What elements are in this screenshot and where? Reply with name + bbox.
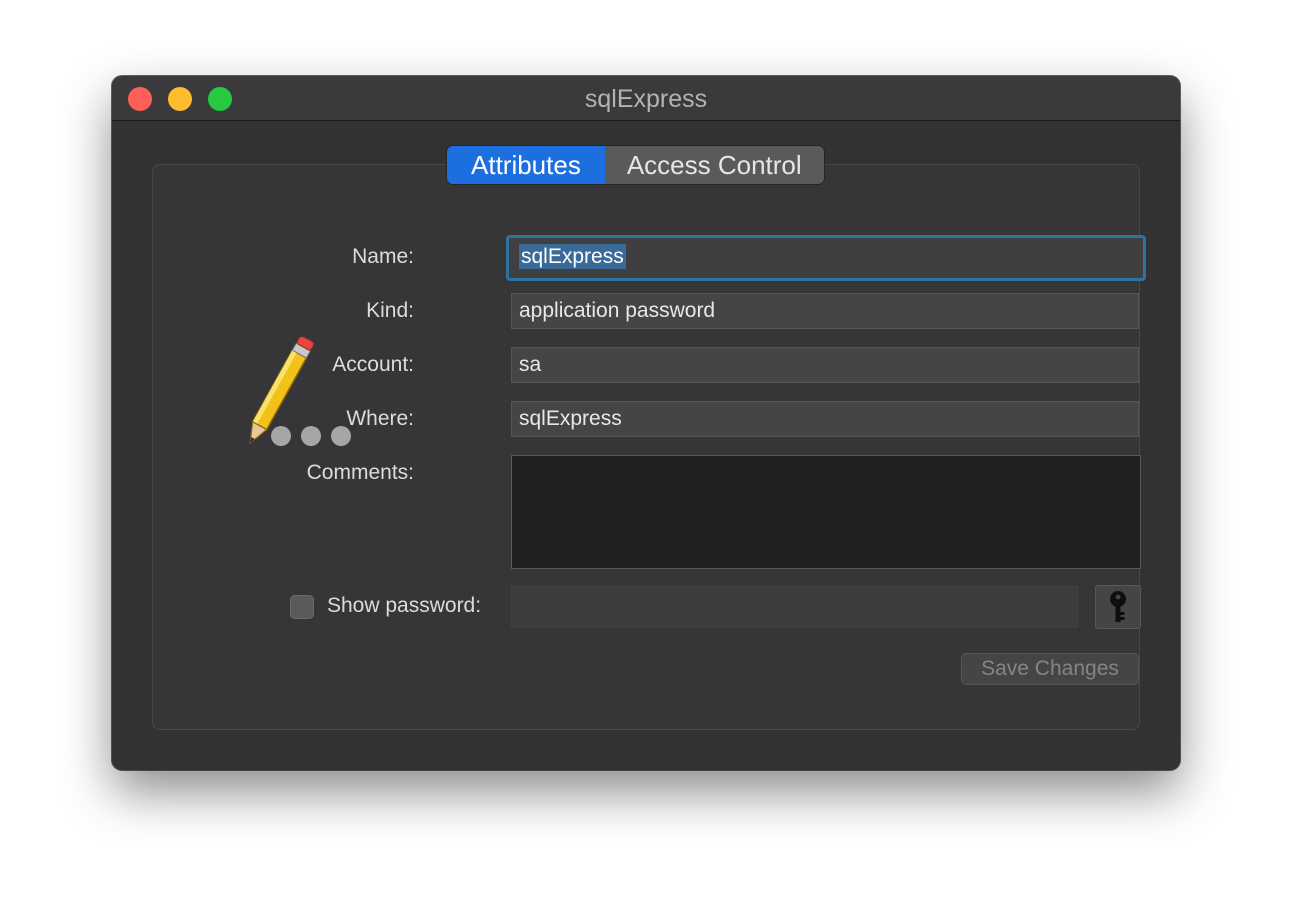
where-label: Where: <box>346 407 414 430</box>
account-field[interactable]: sa <box>511 347 1139 383</box>
title-bar[interactable]: sqlExpress <box>112 76 1180 121</box>
show-password-checkbox[interactable] <box>290 595 314 619</box>
name-field[interactable]: sqlExpress <box>506 235 1146 281</box>
comments-field[interactable] <box>511 455 1141 569</box>
kind-field[interactable]: application password <box>511 293 1139 329</box>
tab-bar: Attributes Access Control <box>447 146 824 184</box>
comments-label: Comments: <box>306 461 414 484</box>
tab-access-control[interactable]: Access Control <box>604 146 824 184</box>
attributes-panel: Name: sqlExpress Kind: application passw… <box>152 164 1146 730</box>
where-field[interactable]: sqlExpress <box>511 401 1139 437</box>
save-changes-button[interactable]: Save Changes <box>961 653 1139 685</box>
name-field-value: sqlExpress <box>519 244 626 269</box>
key-icon <box>1110 591 1126 622</box>
name-label: Name: <box>352 245 414 268</box>
key-button[interactable] <box>1095 585 1141 629</box>
show-password-label: Show password: <box>327 594 482 617</box>
tab-attributes[interactable]: Attributes <box>447 146 605 184</box>
kind-label: Kind: <box>366 299 414 322</box>
password-field[interactable] <box>511 586 1078 628</box>
window-title: sqlExpress <box>584 85 708 113</box>
account-label: Account: <box>332 353 414 376</box>
keychain-item-window: sqlExpress Name: sqlExpress Kind: applic… <box>112 76 1180 770</box>
